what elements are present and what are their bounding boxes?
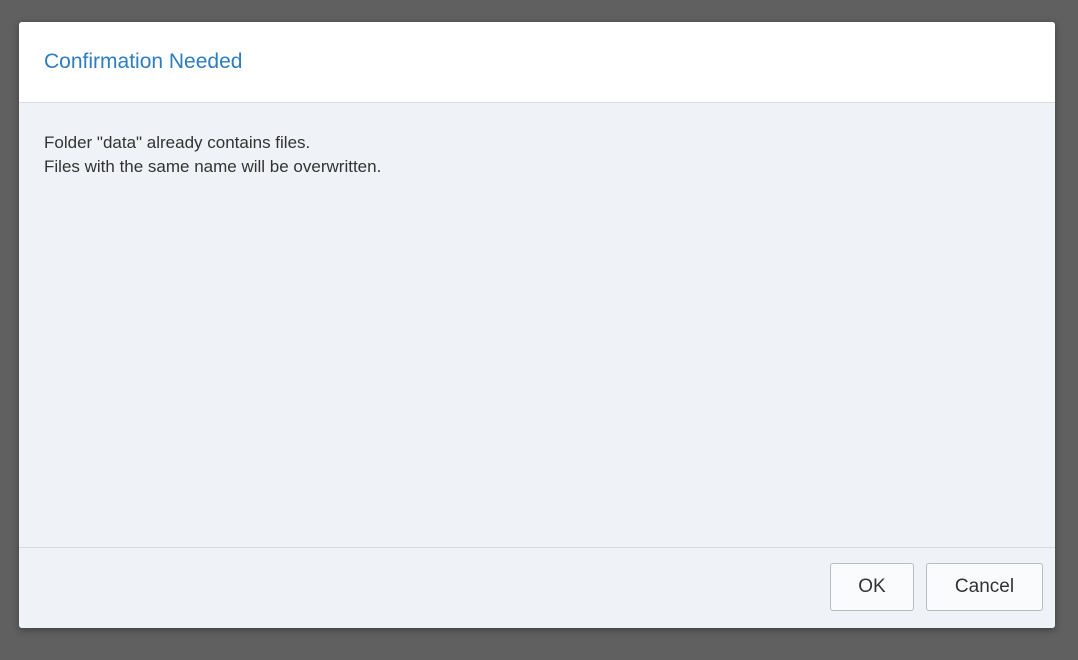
dialog-message: Folder "data" already contains files. Fi… [44, 131, 381, 179]
ok-button[interactable]: OK [830, 563, 914, 611]
dialog-title: Confirmation Needed [44, 50, 243, 73]
message-line-folder-contains-files: Folder "data" already contains files. [44, 133, 311, 152]
dialog-header: Confirmation Needed [19, 22, 1055, 103]
confirmation-dialog: Confirmation Needed Folder "data" alread… [19, 22, 1055, 628]
dialog-content: Folder "data" already contains files. Fi… [19, 103, 1055, 547]
dialog-footer: OK Cancel [19, 547, 1055, 628]
cancel-button[interactable]: Cancel [926, 563, 1043, 611]
message-line-overwrite-warning: Files with the same name will be overwri… [44, 157, 382, 176]
